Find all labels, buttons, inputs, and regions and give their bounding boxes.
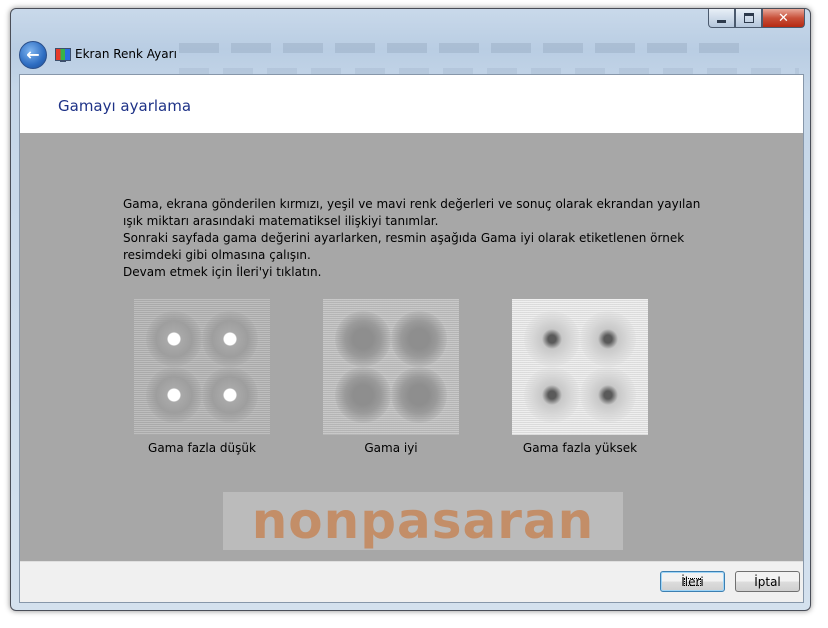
description-line: ışık miktarı arasındaki matematiksel ili…: [123, 214, 439, 228]
wizard-footer: İleri İptal: [20, 561, 803, 602]
calibration-window: ✕ ← Ekran Renk Ayarı Gamayı ayarlama Gam…: [10, 8, 811, 611]
background-ghost-text: [179, 43, 739, 53]
next-button-label: İleri: [681, 575, 704, 589]
description-line: Devam etmek için İleri'yi tıklatın.: [123, 265, 322, 279]
gamma-too-high-sample-image: [512, 299, 648, 435]
watermark: nonpasaran: [223, 492, 623, 550]
back-arrow-icon: ←: [26, 45, 40, 64]
display-color-calibration-icon: [55, 48, 71, 62]
gamma-too-low-sample-image: [134, 299, 270, 435]
description-text: Gama, ekrana gönderilen kırmızı, yeşil v…: [123, 196, 703, 281]
navigation-bar: ← Ekran Renk Ayarı: [19, 37, 799, 76]
description-line: resimdeki gibi olmasına çalışın.: [123, 248, 311, 262]
window-title: Ekran Renk Ayarı: [75, 47, 177, 61]
wizard-content: Gamayı ayarlama Gama, ekrana gönderilen …: [19, 74, 804, 603]
gamma-good-caption: Gama iyi: [364, 441, 418, 455]
minimize-button[interactable]: [708, 9, 735, 28]
window-controls: ✕: [708, 9, 805, 29]
minimize-icon: [717, 19, 726, 23]
next-button[interactable]: İleri: [660, 571, 725, 592]
wizard-header: Gamayı ayarlama: [20, 75, 803, 133]
cancel-button-label: İptal: [754, 575, 781, 589]
gamma-too-low-caption: Gama fazla düşük: [148, 441, 256, 455]
close-icon: ✕: [778, 10, 789, 26]
gamma-good-sample-image: [323, 299, 459, 435]
close-button[interactable]: ✕: [762, 9, 805, 28]
maximize-button[interactable]: [735, 9, 762, 28]
back-button[interactable]: ←: [19, 41, 47, 69]
description-line: Sonraki sayfada gama değerini ayarlarken…: [123, 231, 685, 245]
gamma-too-high-caption: Gama fazla yüksek: [522, 441, 638, 455]
cancel-button[interactable]: İptal: [735, 571, 800, 592]
maximize-icon: [743, 13, 754, 23]
page-title: Gamayı ayarlama: [58, 97, 192, 115]
description-line: Gama, ekrana gönderilen kırmızı, yeşil v…: [123, 197, 701, 211]
